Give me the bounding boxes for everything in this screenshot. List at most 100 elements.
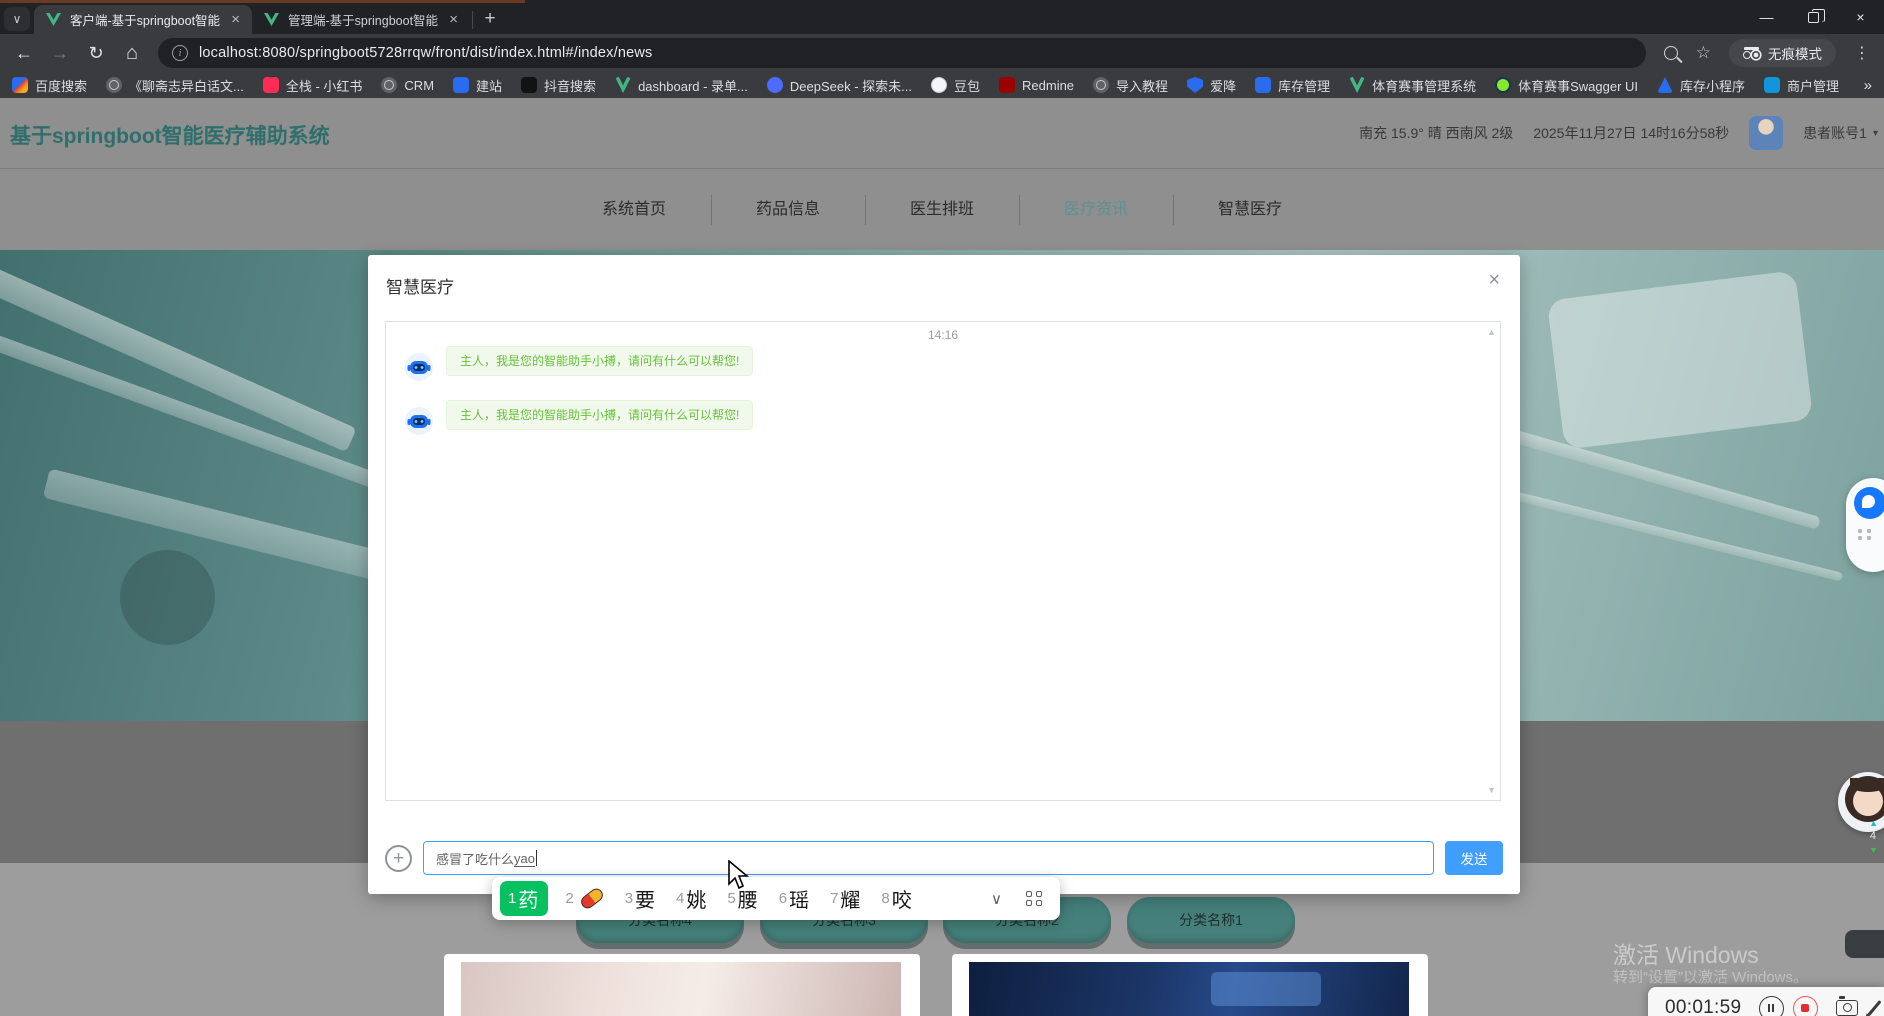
attach-plus-icon[interactable]: + xyxy=(385,844,412,872)
chat-timestamp: 14:16 xyxy=(927,328,959,342)
tab-close-icon[interactable]: × xyxy=(229,11,242,28)
bookmarks-overflow-icon[interactable]: » xyxy=(1864,77,1872,94)
incognito-label: 无痕模式 xyxy=(1768,47,1822,62)
send-button[interactable]: 发送 xyxy=(1445,841,1503,875)
ime-candidate[interactable]: 8 咬 xyxy=(881,884,911,913)
bookmark-item[interactable]: 体育赛事Swagger UI xyxy=(1495,76,1638,95)
tab-title: 管理端-基于springboot智能医 xyxy=(288,14,439,28)
tab-client[interactable]: 客户端-基于springboot智能医 × xyxy=(34,5,252,34)
ime-candidate[interactable]: 6 瑶 xyxy=(779,884,809,913)
ime-composition-text: yao xyxy=(514,850,535,866)
bookmark-item[interactable]: 百度搜索 xyxy=(12,76,87,95)
minimize-button[interactable]: — xyxy=(1743,0,1790,34)
browser-side-widget[interactable] xyxy=(1846,478,1884,572)
bookmark-item[interactable]: 《聊斋志异白话文... xyxy=(106,76,244,95)
bookmark-item[interactable]: Redmine xyxy=(999,77,1074,93)
text-caret xyxy=(535,850,538,866)
nav-item-news[interactable]: 医疗资讯 xyxy=(1019,194,1173,225)
bookmark-item[interactable]: CRM xyxy=(381,77,434,93)
forward-button[interactable]: → xyxy=(44,37,76,69)
bookmark-star-icon[interactable]: ☆ xyxy=(1696,43,1711,63)
back-button[interactable]: ← xyxy=(8,37,40,69)
bookmarks-bar: 百度搜索 《聊斋志异白话文... 全栈 - 小红书 CRM 建站 抖音搜索 da… xyxy=(0,72,1884,98)
scroll-down-icon[interactable]: ▼ xyxy=(1487,785,1496,795)
weather-text: 南充 15.9° 晴 西南风 2级 xyxy=(1359,125,1514,141)
pause-button[interactable] xyxy=(1759,995,1785,1016)
vue-favicon-icon xyxy=(46,13,61,26)
package-shape xyxy=(1546,270,1814,450)
ime-candidate[interactable]: 4 姚 xyxy=(676,884,706,913)
activate-windows-subtext: 转到“设置”以激活 Windows。 xyxy=(1613,969,1809,986)
bookmark-item[interactable]: 全栈 - 小红书 xyxy=(262,76,362,95)
window-controls: — × xyxy=(1743,0,1884,34)
ime-candidate-bar: 1 药 2 3 要 4 姚 5 腰 6 瑶 7 耀 8 咬 ∨ xyxy=(492,877,1060,920)
net-up-icon: ▲ xyxy=(1869,818,1878,828)
tab-close-icon[interactable]: × xyxy=(447,11,460,28)
site-nav: 系统首页 药品信息 医生排班 医疗资讯 智慧医疗 xyxy=(0,168,1884,250)
tab-title: 客户端-基于springboot智能医 xyxy=(70,14,221,28)
vue-icon xyxy=(615,77,632,93)
baidu-icon xyxy=(12,77,28,93)
bookmark-item[interactable]: DeepSeek - 探索未... xyxy=(766,76,912,95)
nav-item-drugs[interactable]: 药品信息 xyxy=(710,194,865,225)
bookmark-item[interactable]: 豆包 xyxy=(931,76,980,95)
browser-logo-icon xyxy=(1854,487,1884,519)
scroll-up-icon[interactable]: ▲ xyxy=(1487,327,1496,337)
address-bar[interactable]: i localhost:8080/springboot5728rrqw/fron… xyxy=(158,38,1646,68)
ime-grid-icon[interactable] xyxy=(1026,890,1042,907)
globe-icon xyxy=(381,77,398,93)
close-icon[interactable]: × xyxy=(1482,267,1506,294)
user-avatar[interactable] xyxy=(1749,116,1784,150)
news-card-image xyxy=(461,962,901,1016)
category-button[interactable]: 分类名称1 xyxy=(1127,897,1295,943)
annotate-pencil-button[interactable] xyxy=(1867,1000,1882,1016)
swagger-icon xyxy=(1495,77,1512,93)
screen: ∨ 客户端-基于springboot智能医 × 管理端-基于springboot… xyxy=(0,0,1884,1016)
tab-search-button[interactable]: ∨ xyxy=(4,7,30,31)
nav-item-home[interactable]: 系统首页 xyxy=(557,195,711,225)
bookmark-item[interactable]: 抖音搜索 xyxy=(521,76,596,95)
bookmark-item[interactable]: 导入教程 xyxy=(1093,76,1168,95)
close-window-button[interactable]: × xyxy=(1837,0,1884,34)
bookmark-item[interactable]: 爱降 xyxy=(1187,76,1236,95)
screen-recorder-bar: 00:01:59 xyxy=(1648,987,1884,1016)
nav-item-schedule[interactable]: 医生排班 xyxy=(864,194,1019,225)
chat-input[interactable]: 感冒了吃什么 yao xyxy=(423,841,1434,875)
ime-expand-icon[interactable]: ∨ xyxy=(983,890,1010,908)
bookmark-item[interactable]: 库存小程序 xyxy=(1657,76,1745,95)
bookmark-item[interactable]: 建站 xyxy=(453,76,502,95)
ime-candidate[interactable]: 3 要 xyxy=(625,884,655,913)
ime-candidate[interactable]: 2 xyxy=(565,885,606,912)
new-tab-button[interactable]: + xyxy=(477,6,503,32)
ime-candidate[interactable]: 1 药 xyxy=(500,881,549,916)
bookmark-item[interactable]: 库存管理 xyxy=(1255,76,1330,95)
url-text[interactable]: localhost:8080/springboot5728rrqw/front/… xyxy=(199,45,653,61)
stop-button[interactable] xyxy=(1793,995,1819,1016)
bookmark-item[interactable]: 商户管理 xyxy=(1764,76,1839,95)
browser-toolbar: ← → ↻ ⌂ i localhost:8080/springboot5728r… xyxy=(0,34,1884,72)
bookmark-item[interactable]: dashboard - 录单... xyxy=(615,76,748,95)
merchant-icon xyxy=(1764,77,1781,93)
robot-avatar-icon xyxy=(405,353,433,381)
ime-candidate[interactable]: 5 腰 xyxy=(727,884,757,913)
nav-item-smart[interactable]: 智慧医疗 xyxy=(1173,194,1327,225)
tab-admin[interactable]: 管理端-基于springboot智能医 × xyxy=(252,5,470,34)
news-card[interactable] xyxy=(444,954,920,1016)
menu-kebab-icon[interactable]: ⋮ xyxy=(1854,43,1870,63)
restore-button[interactable] xyxy=(1790,0,1837,34)
net-down-icon: ▼ xyxy=(1869,845,1878,855)
user-menu[interactable]: 患者账号1 ▾ xyxy=(1803,123,1878,143)
zoom-icon[interactable] xyxy=(1663,46,1678,60)
chat-panel[interactable]: 14:16 主人，我是您的智能助手小搏，请问有什么可以帮您! 主人，我是您的智能… xyxy=(385,321,1501,801)
deepseek-icon xyxy=(766,77,783,93)
instrument-shape xyxy=(0,253,357,453)
reload-button[interactable]: ↻ xyxy=(80,37,112,69)
site-info-icon[interactable]: i xyxy=(172,45,188,61)
news-card[interactable] xyxy=(952,954,1428,1016)
ime-candidate[interactable]: 7 耀 xyxy=(830,884,860,913)
activate-windows-text: 激活 Windows xyxy=(1613,942,1759,968)
vue-favicon-icon xyxy=(264,13,279,26)
bookmark-item[interactable]: 体育赛事管理系统 xyxy=(1349,76,1476,95)
screenshot-camera-button[interactable] xyxy=(1836,996,1859,1016)
home-button[interactable]: ⌂ xyxy=(116,37,148,69)
